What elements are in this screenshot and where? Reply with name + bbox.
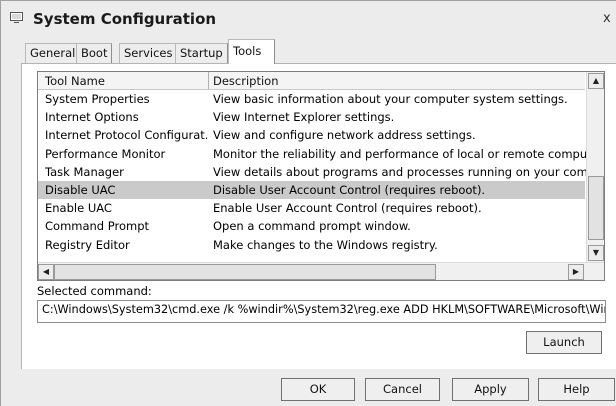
left-arrow-icon[interactable]: ◀ — [38, 264, 54, 280]
tool-description: Disable User Account Control (requires r… — [213, 182, 486, 197]
apply-button[interactable]: Apply — [452, 378, 529, 401]
column-header-description[interactable]: Description — [213, 74, 279, 88]
tool-name: Performance Monitor — [45, 146, 166, 161]
tool-name: Enable UAC — [45, 201, 112, 216]
tool-description: View Internet Explorer settings. — [213, 110, 395, 125]
ok-button[interactable]: OK — [281, 378, 355, 401]
horizontal-scroll-thumb[interactable] — [54, 264, 436, 280]
tool-name: Internet Protocol Configurat... — [45, 128, 207, 143]
list-item[interactable]: Internet Options View Internet Explorer s… — [38, 108, 585, 126]
tab-general[interactable]: General — [25, 43, 81, 63]
tab-tools[interactable]: Tools — [228, 39, 275, 64]
tool-name: System Properties — [45, 92, 150, 106]
tab-services[interactable]: Services — [119, 43, 178, 63]
tool-name: Command Prompt — [45, 219, 150, 234]
tool-description: Make changes to the Windows registry. — [213, 237, 438, 252]
selected-command-label: Selected command: — [37, 284, 152, 298]
help-button[interactable]: Help — [538, 378, 615, 401]
close-icon[interactable]: x — [603, 11, 611, 26]
tool-description: Enable User Account Control (requires re… — [213, 201, 482, 216]
tab-startup[interactable]: Startup — [175, 43, 228, 63]
list-item[interactable]: Task Manager View details about programs … — [38, 163, 604, 181]
column-divider[interactable] — [208, 72, 209, 89]
vertical-scroll-thumb[interactable] — [588, 176, 604, 240]
list-item[interactable]: Command Prompt Open a command prompt wind… — [38, 217, 585, 235]
horizontal-scrollbar[interactable]: ◀ ▶ — [38, 262, 604, 280]
tool-description: Open a command prompt window. — [213, 219, 411, 234]
tools-list[interactable]: Tool Name Description System Properties V… — [37, 71, 605, 281]
selected-command-field[interactable]: C:\Windows\System32\cmd.exe /k %windir%\… — [37, 300, 606, 323]
tool-description: View and configure network address setti… — [213, 128, 476, 143]
list-item[interactable]: Internet Protocol Configurat... View and … — [38, 126, 585, 144]
system-configuration-window: System Configuration x General Boot Serv… — [0, 0, 616, 406]
right-arrow-icon[interactable]: ▶ — [568, 264, 584, 280]
tool-name: Internet Options — [45, 110, 139, 125]
window-title: System Configuration — [33, 10, 217, 28]
list-rows: System Properties View basic information … — [38, 90, 604, 254]
list-item[interactable]: System Properties View basic information … — [38, 90, 585, 108]
tool-name: Disable UAC — [45, 182, 116, 197]
title-bar: System Configuration x — [1, 1, 616, 35]
up-arrow-icon[interactable]: ▲ — [588, 73, 604, 89]
tool-name: Task Manager — [45, 164, 124, 179]
vertical-scrollbar[interactable]: ▲ ▼ — [586, 72, 604, 262]
list-header: Tool Name Description — [38, 72, 585, 90]
tool-name: Registry Editor — [45, 237, 130, 252]
list-item[interactable]: Performance Monitor Monitor the reliabili… — [38, 145, 604, 163]
launch-button[interactable]: Launch — [526, 331, 602, 354]
list-item-selected[interactable]: Disable UAC Disable User Account Control … — [38, 180, 585, 200]
tool-description: View basic information about your comput… — [213, 92, 568, 106]
list-item[interactable]: Registry Editor Make changes to the Windo… — [38, 236, 585, 254]
system-configuration-icon — [10, 12, 23, 23]
tool-description: Monitor the reliability and performance … — [213, 146, 605, 161]
list-item[interactable]: Enable UAC Enable User Account Control (r… — [38, 199, 585, 217]
tool-description: View details about programs and processe… — [213, 164, 605, 179]
column-header-tool-name[interactable]: Tool Name — [45, 74, 105, 88]
cancel-button[interactable]: Cancel — [365, 378, 440, 401]
down-arrow-icon[interactable]: ▼ — [588, 245, 604, 261]
tab-boot[interactable]: Boot — [76, 43, 113, 63]
